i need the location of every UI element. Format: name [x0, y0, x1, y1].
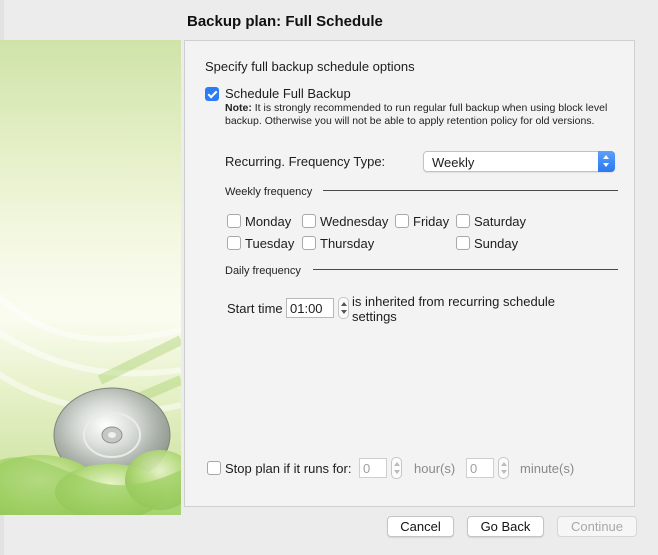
weekly-frequency-divider: [323, 190, 618, 191]
stepper-down-icon: [501, 470, 507, 474]
select-arrows-icon: [598, 151, 615, 172]
stepper-up-icon: [341, 302, 347, 306]
stop-plan-checkbox[interactable]: [207, 461, 221, 475]
start-time-field[interactable]: 01:00: [286, 298, 334, 318]
start-time-label: Start time: [227, 301, 283, 316]
day-tuesday-label: Tuesday: [245, 236, 295, 251]
wizard-art-panel: [0, 40, 181, 515]
hours-unit-label: hour(s): [414, 461, 456, 476]
stop-hours-stepper[interactable]: [391, 457, 402, 479]
stop-minutes-field[interactable]: 0: [466, 458, 494, 478]
day-friday-label: Friday: [413, 214, 450, 229]
stepper-up-icon: [394, 462, 400, 466]
frequency-type-label: Recurring. Frequency Type:: [225, 154, 386, 169]
start-time-stepper[interactable]: [338, 297, 349, 319]
day-sunday-label: Sunday: [474, 236, 519, 251]
day-wednesday-checkbox[interactable]: [302, 214, 316, 228]
inherited-text-line2: settings: [352, 309, 397, 324]
frequency-type-select[interactable]: Weekly: [423, 151, 615, 172]
inherited-text-line1: is inherited from recurring schedule: [352, 294, 556, 309]
day-saturday-label: Saturday: [474, 214, 527, 229]
note-prefix: Note:: [225, 102, 252, 114]
weekly-frequency-label: Weekly frequency: [225, 186, 313, 198]
note-body: It is strongly recommended to run regula…: [225, 102, 608, 127]
continue-button[interactable]: Continue: [557, 516, 637, 537]
day-monday-label: Monday: [245, 214, 292, 229]
schedule-full-backup-label: Schedule Full Backup: [225, 86, 351, 101]
cd-disc-icon: [0, 294, 181, 515]
stepper-up-icon: [501, 462, 507, 466]
cancel-button[interactable]: Cancel: [387, 516, 454, 537]
frequency-type-value: Weekly: [432, 155, 475, 170]
stop-hours-field[interactable]: 0: [359, 458, 387, 478]
day-thursday-label: Thursday: [320, 236, 375, 251]
wizard-title: Backup plan: Full Schedule: [187, 13, 383, 30]
stop-plan-label: Stop plan if it runs for:: [225, 461, 352, 476]
note-text: Note: It is strongly recommended to run …: [225, 102, 625, 128]
day-monday-checkbox[interactable]: [227, 214, 241, 228]
day-friday-checkbox[interactable]: [395, 214, 409, 228]
day-tuesday-checkbox[interactable]: [227, 236, 241, 250]
content-panel: Specify full backup schedule options Sch…: [184, 40, 635, 507]
day-sunday-checkbox[interactable]: [456, 236, 470, 250]
day-saturday-checkbox[interactable]: [456, 214, 470, 228]
daily-frequency-label: Daily frequency: [225, 265, 301, 277]
stepper-down-icon: [341, 310, 347, 314]
schedule-full-backup-checkbox[interactable]: [205, 87, 219, 101]
day-wednesday-label: Wednesday: [320, 214, 389, 229]
day-thursday-checkbox[interactable]: [302, 236, 316, 250]
stepper-down-icon: [394, 470, 400, 474]
section-heading: Specify full backup schedule options: [205, 59, 415, 74]
go-back-button[interactable]: Go Back: [467, 516, 544, 537]
stop-minutes-stepper[interactable]: [498, 457, 509, 479]
daily-frequency-divider: [313, 269, 618, 270]
minutes-unit-label: minute(s): [520, 461, 575, 476]
